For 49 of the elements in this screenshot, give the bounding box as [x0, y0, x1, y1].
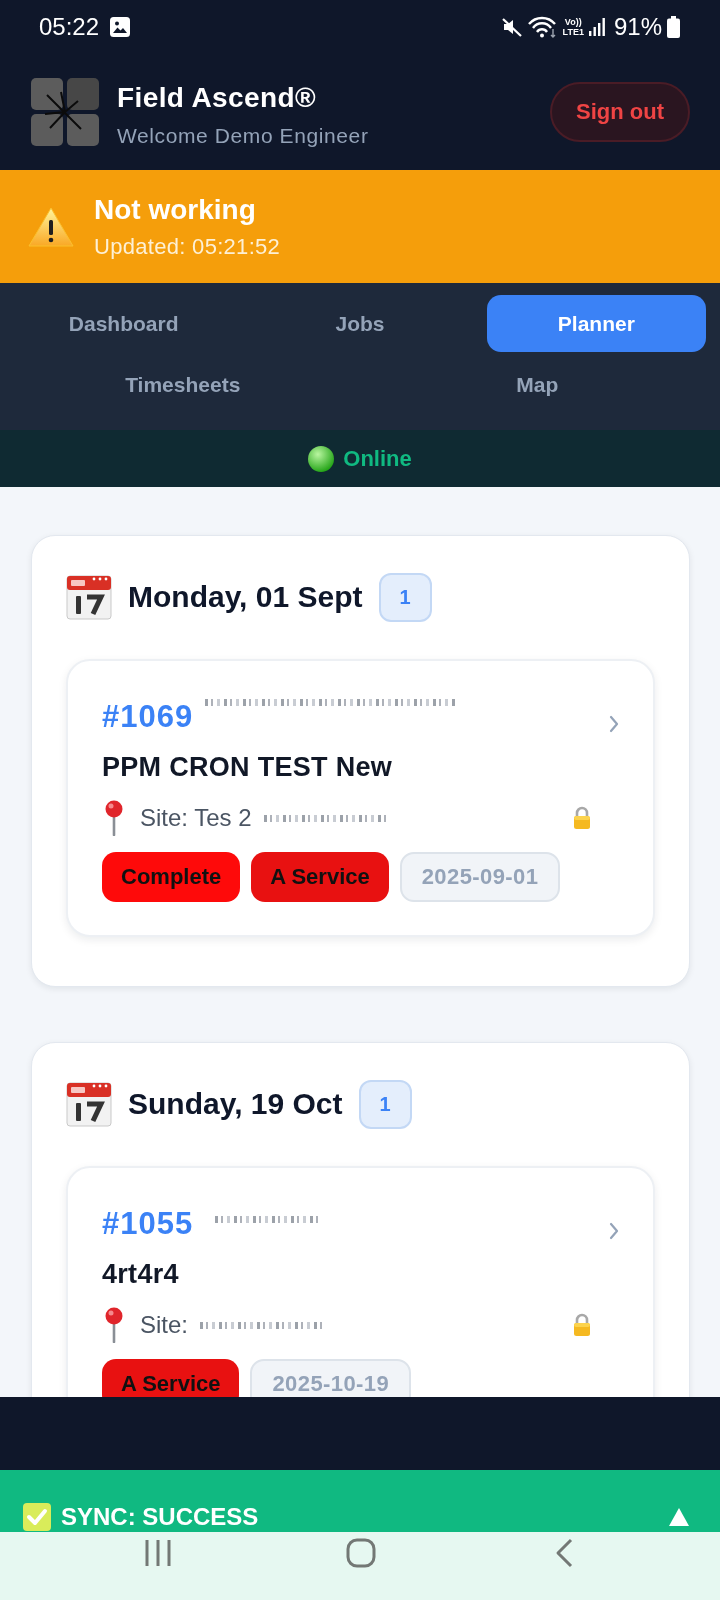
job-number: #1055 [102, 1206, 194, 1242]
home-icon[interactable] [346, 1538, 376, 1568]
day-heading: Sunday, 19 Oct [128, 1087, 343, 1121]
sync-status: SYNC: SUCCESS [61, 1503, 259, 1531]
service-tag: A Service [102, 1359, 240, 1397]
nav-tab[interactable]: Map [368, 356, 706, 413]
welcome-text: Welcome Demo Engineer [117, 124, 369, 148]
nav-tab[interactable]: Timesheets [14, 356, 352, 413]
wifi-icon [527, 16, 558, 38]
battery-percentage: 91% [613, 13, 662, 41]
service-tag: A Service [251, 852, 389, 902]
updated-time: Updated: 05:21:52 [94, 233, 281, 260]
image-icon [110, 17, 131, 37]
app-title: Field Ascend® [117, 82, 318, 114]
check-icon [23, 1503, 51, 1531]
job-card[interactable]: #1069 PPM CRON TEST New Site: Tes 2 Complete A Service 2025-09-01 [66, 659, 655, 937]
warning-icon [28, 206, 74, 247]
date-tag: 2025-10-19 [250, 1359, 412, 1397]
signal-icon [588, 18, 605, 36]
chevron-right-icon [609, 1222, 619, 1240]
job-number: #1069 [102, 699, 194, 735]
job-title: 4rt4r4 [102, 1258, 180, 1291]
caret-up-icon[interactable] [668, 1507, 690, 1527]
nav-tab[interactable]: Dashboard [14, 295, 234, 352]
nav-tab[interactable]: Planner [486, 295, 706, 352]
network-type-label: LTE1 [562, 27, 584, 37]
volte-label: Vo)) [564, 17, 582, 27]
logo-icon [31, 78, 99, 146]
site-label: Site: [140, 1311, 189, 1339]
day-heading: Monday, 01 Sept [128, 580, 363, 614]
calendar-icon [66, 574, 112, 620]
job-count: 1 [358, 1079, 412, 1129]
calendar-icon [66, 1081, 112, 1127]
job-card[interactable]: #1055 4rt4r4 Site: A Service 2025-10-19 [66, 1166, 655, 1397]
chevron-right-icon [609, 715, 619, 733]
sign-out-button[interactable]: Sign out [550, 82, 690, 142]
connection-status: Online [343, 445, 412, 472]
back-icon[interactable] [555, 1538, 573, 1568]
clock-time: 05:22 [39, 13, 100, 41]
date-tag: 2025-09-01 [399, 852, 561, 902]
job-title: PPM CRON TEST New [102, 751, 394, 784]
status-tag: Complete [102, 852, 241, 902]
nav-tab[interactable]: Jobs [250, 295, 470, 352]
site-label: Site: Tes 2 [140, 804, 252, 832]
job-count: 1 [378, 572, 432, 622]
alert-title: Not working [94, 193, 257, 226]
mute-icon [500, 17, 523, 37]
battery-icon [667, 16, 680, 38]
recent-apps-icon[interactable] [145, 1538, 171, 1568]
